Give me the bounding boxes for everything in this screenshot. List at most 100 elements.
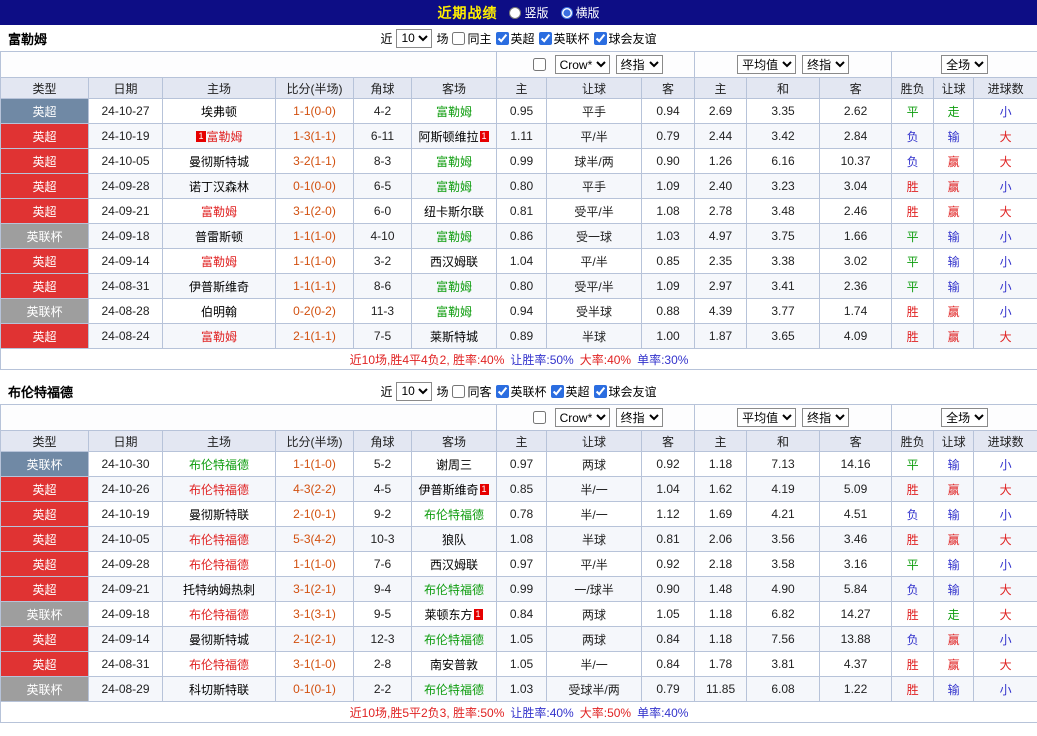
score[interactable]: 0-1(0-1) bbox=[293, 682, 336, 696]
away-team[interactable]: 布伦特福德 bbox=[424, 633, 484, 647]
league-filter-3[interactable]: 球会友谊 bbox=[594, 383, 657, 400]
score[interactable]: 1-1(0-0) bbox=[293, 104, 336, 118]
league-filter-1[interactable]: 英超 bbox=[496, 30, 535, 47]
away-team[interactable]: 布伦特福德 bbox=[424, 683, 484, 697]
home-team[interactable]: 布伦特福德 bbox=[189, 558, 249, 572]
col-header: 比分(半场) bbox=[276, 78, 354, 99]
same-venue-checkbox[interactable] bbox=[452, 32, 465, 45]
league-checkbox[interactable] bbox=[594, 32, 607, 45]
final-index-select[interactable]: 终指 bbox=[802, 55, 849, 74]
final-index-select[interactable]: 终指 bbox=[616, 55, 663, 74]
home-team[interactable]: 伊普斯维奇 bbox=[189, 280, 249, 294]
bookmaker-checkbox[interactable] bbox=[533, 58, 546, 71]
home-team[interactable]: 普雷斯顿 bbox=[195, 230, 243, 244]
home-team[interactable]: 布伦特福德 bbox=[189, 483, 249, 497]
handicap-odds-controls: Crow* 终指 bbox=[497, 405, 695, 431]
bookmaker-select[interactable]: Crow* bbox=[555, 55, 610, 74]
bookmaker-select[interactable]: Crow* bbox=[555, 408, 610, 427]
away-team[interactable]: 狼队 bbox=[442, 533, 466, 547]
home-team[interactable]: 伯明翰 bbox=[201, 305, 237, 319]
league-checkbox[interactable] bbox=[496, 385, 509, 398]
score[interactable]: 1-1(1-0) bbox=[293, 254, 336, 268]
score[interactable]: 3-1(3-1) bbox=[293, 607, 336, 621]
full-scope-select[interactable]: 全场 bbox=[941, 55, 988, 74]
home-team[interactable]: 布伦特福德 bbox=[189, 608, 249, 622]
recent-count-select[interactable]: 10 bbox=[396, 29, 432, 48]
score[interactable]: 1-1(1-0) bbox=[293, 557, 336, 571]
final-index-select[interactable]: 终指 bbox=[616, 408, 663, 427]
league-filter-2[interactable]: 英超 bbox=[551, 383, 590, 400]
home-team[interactable]: 埃弗顿 bbox=[201, 105, 237, 119]
home-team[interactable]: 曼彻斯特联 bbox=[189, 508, 249, 522]
league-checkbox[interactable] bbox=[594, 385, 607, 398]
league-checkbox[interactable] bbox=[551, 385, 564, 398]
score[interactable]: 3-1(2-1) bbox=[293, 582, 336, 596]
away-team[interactable]: 莱斯特城 bbox=[430, 330, 478, 344]
away-team[interactable]: 纽卡斯尔联 bbox=[424, 205, 484, 219]
home-team[interactable]: 布伦特福德 bbox=[189, 458, 249, 472]
score[interactable]: 3-1(2-0) bbox=[293, 204, 336, 218]
away-team[interactable]: 南安普敦 bbox=[430, 658, 478, 672]
layout-horizontal-option[interactable]: 横版 bbox=[561, 4, 600, 21]
away-team[interactable]: 富勒姆 bbox=[436, 230, 472, 244]
score[interactable]: 2-1(0-1) bbox=[293, 507, 336, 521]
away-team[interactable]: 富勒姆 bbox=[436, 180, 472, 194]
away-team[interactable]: 富勒姆 bbox=[436, 105, 472, 119]
score[interactable]: 1-1(1-0) bbox=[293, 457, 336, 471]
score[interactable]: 2-1(1-1) bbox=[293, 329, 336, 343]
home-team[interactable]: 布伦特福德 bbox=[189, 533, 249, 547]
full-scope-select[interactable]: 全场 bbox=[941, 408, 988, 427]
away-team[interactable]: 布伦特福德 bbox=[424, 508, 484, 522]
away-team[interactable]: 富勒姆 bbox=[436, 305, 472, 319]
home-team[interactable]: 诺丁汉森林 bbox=[189, 180, 249, 194]
score[interactable]: 4-3(2-2) bbox=[293, 482, 336, 496]
home-team[interactable]: 富勒姆 bbox=[201, 330, 237, 344]
league-filter-3[interactable]: 球会友谊 bbox=[594, 30, 657, 47]
home-team[interactable]: 托特纳姆热刺 bbox=[183, 583, 255, 597]
home-team[interactable]: 科切斯特联 bbox=[189, 683, 249, 697]
average-select[interactable]: 平均值 bbox=[737, 55, 796, 74]
score[interactable]: 0-1(0-0) bbox=[293, 179, 336, 193]
home-team[interactable]: 曼彻斯特城 bbox=[189, 633, 249, 647]
recent-count-select[interactable]: 10 bbox=[396, 382, 432, 401]
league-filter-1[interactable]: 英联杯 bbox=[496, 383, 547, 400]
score[interactable]: 3-2(1-1) bbox=[293, 154, 336, 168]
same-venue-checkbox[interactable] bbox=[452, 385, 465, 398]
away-team[interactable]: 莱顿东方 bbox=[425, 608, 473, 622]
home-team-cell: 伊普斯维奇 bbox=[163, 274, 276, 299]
away-team[interactable]: 富勒姆 bbox=[436, 155, 472, 169]
away-team[interactable]: 西汉姆联 bbox=[430, 255, 478, 269]
score[interactable]: 3-1(1-0) bbox=[293, 657, 336, 671]
league-checkbox[interactable] bbox=[539, 32, 552, 45]
horizontal-layout-radio[interactable] bbox=[561, 7, 573, 19]
league-filter-2[interactable]: 英联杯 bbox=[539, 30, 590, 47]
final-index-select[interactable]: 终指 bbox=[802, 408, 849, 427]
home-team[interactable]: 布伦特福德 bbox=[189, 658, 249, 672]
same-venue-label: 同主 bbox=[467, 30, 491, 47]
score[interactable]: 1-1(1-1) bbox=[293, 279, 336, 293]
score[interactable]: 5-3(4-2) bbox=[293, 532, 336, 546]
score[interactable]: 1-3(1-1) bbox=[293, 129, 336, 143]
vertical-layout-radio[interactable] bbox=[509, 7, 521, 19]
home-team[interactable]: 富勒姆 bbox=[201, 205, 237, 219]
score[interactable]: 0-2(0-2) bbox=[293, 304, 336, 318]
score[interactable]: 1-1(1-0) bbox=[293, 229, 336, 243]
same-venue-filter[interactable]: 同主 bbox=[452, 30, 491, 47]
league-checkbox[interactable] bbox=[496, 32, 509, 45]
home-team[interactable]: 富勒姆 bbox=[207, 130, 243, 144]
vertical-layout-label: 竖版 bbox=[524, 4, 548, 21]
bookmaker-checkbox[interactable] bbox=[533, 411, 546, 424]
average-select[interactable]: 平均值 bbox=[737, 408, 796, 427]
away-team[interactable]: 阿斯顿维拉 bbox=[419, 130, 479, 144]
away-team[interactable]: 布伦特福德 bbox=[424, 583, 484, 597]
home-team[interactable]: 曼彻斯特城 bbox=[189, 155, 249, 169]
away-team[interactable]: 伊普斯维奇 bbox=[419, 483, 479, 497]
layout-vertical-option[interactable]: 竖版 bbox=[509, 4, 548, 21]
away-team[interactable]: 西汉姆联 bbox=[430, 558, 478, 572]
away-team[interactable]: 谢周三 bbox=[436, 458, 472, 472]
away-team[interactable]: 富勒姆 bbox=[436, 280, 472, 294]
home-team[interactable]: 富勒姆 bbox=[201, 255, 237, 269]
col-header: 日期 bbox=[89, 78, 163, 99]
same-venue-filter[interactable]: 同客 bbox=[452, 383, 491, 400]
score[interactable]: 2-1(2-1) bbox=[293, 632, 336, 646]
